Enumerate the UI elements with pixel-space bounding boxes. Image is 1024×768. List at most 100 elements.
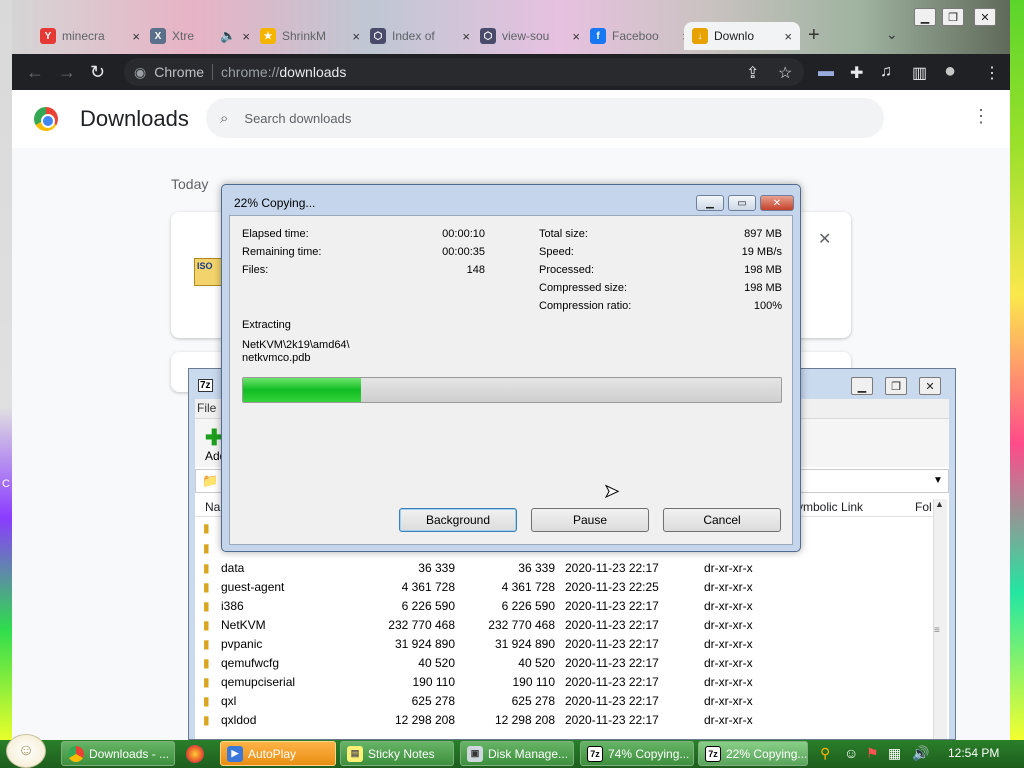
profile-avatar-icon[interactable]: ● <box>944 60 956 83</box>
table-row[interactable]: ▮ data 36 339 36 339 2020-11-23 22:17 dr-xr-x… <box>195 559 933 578</box>
start-button-icon[interactable]: ☺ <box>6 734 46 768</box>
taskbar-item-74-copying[interactable]: 7z 74% Copying... <box>580 741 694 766</box>
scroll-grip-icon[interactable]: ≡ <box>934 625 940 636</box>
tab-view-source[interactable]: ⬡ view-sou × <box>472 22 588 50</box>
table-row[interactable]: ▮ NetKVM 232 770 468 232 770 468 2020-11-23 … <box>195 616 933 635</box>
downloads-menu-icon[interactable]: ⋮ <box>972 106 990 127</box>
tab-minecraft[interactable]: Y minecra × <box>32 22 148 50</box>
close-icon[interactable]: × <box>572 29 580 44</box>
url-host: downloads <box>279 64 347 80</box>
extensions-puzzle-icon[interactable]: ✚ <box>850 63 863 83</box>
tab-xtreme[interactable]: X Xtre 🔈 × <box>142 22 258 50</box>
progress-fill <box>243 378 362 402</box>
close-icon[interactable]: × <box>242 29 250 44</box>
remove-download-close-icon[interactable]: ✕ <box>818 229 831 249</box>
forward-arrow-icon[interactable]: → <box>58 62 76 83</box>
table-row[interactable]: ▮ qemupciserial 190 110 190 110 2020-11-23 2… <box>195 673 933 692</box>
side-panel-icon[interactable]: ▥ <box>912 63 927 83</box>
dialog-maximize-icon[interactable]: ▭ <box>728 195 756 211</box>
table-row[interactable]: ▮ qemufwcfg 40 520 40 520 2020-11-23 22:17 dr… <box>195 654 933 673</box>
new-tab-plus-icon[interactable]: + <box>808 24 820 47</box>
chrome-logo-icon <box>34 107 58 131</box>
server-icon: ⬡ <box>370 28 386 44</box>
folder-icon: ▮ <box>203 541 210 555</box>
close-icon[interactable]: × <box>784 29 792 44</box>
stat-value: 00:00:35 <box>442 246 485 258</box>
minimize-icon[interactable]: ▁ <box>914 8 936 26</box>
fm-maximize-icon[interactable]: ❐ <box>885 377 907 395</box>
tab-search-chevron-icon[interactable]: ⌄ <box>886 26 898 43</box>
security-flag-icon[interactable]: ⚑ <box>866 745 879 762</box>
emoji-face-icon[interactable]: ☺ <box>844 745 858 761</box>
date-section-header: Today <box>171 176 209 192</box>
folder-up-icon[interactable]: 📁 <box>202 473 218 489</box>
volume-icon[interactable]: 🔊 <box>912 745 929 762</box>
cell-mode: dr-xr-xr-x <box>704 675 753 689</box>
stat-value: 148 <box>466 264 485 276</box>
menu-file[interactable]: File <box>197 401 216 415</box>
tab-downloads[interactable]: ↓ Downlo × <box>684 22 800 50</box>
stat-label: Compression ratio: <box>539 300 632 312</box>
table-row[interactable]: ▮ guest-agent 4 361 728 4 361 728 2020-11-23… <box>195 578 933 597</box>
back-arrow-icon[interactable]: ← <box>26 62 44 83</box>
pause-button[interactable]: Pause <box>531 508 649 532</box>
table-row[interactable]: ▮ qxldod 12 298 208 12 298 208 2020-11-23 22… <box>195 711 933 730</box>
fm-close-icon[interactable]: ✕ <box>919 377 941 395</box>
cell-modified: 2020-11-23 22:17 <box>565 599 659 613</box>
address-bar[interactable]: ◉ Chrome chrome://downloads <box>124 58 804 86</box>
copy-progress-bar <box>242 377 782 403</box>
tab-facebook[interactable]: f Faceboo × <box>582 22 698 50</box>
column-folder[interactable]: Fol <box>915 500 932 514</box>
stat-label: Processed: <box>539 264 595 276</box>
taskbar-item-sticky-notes[interactable]: ▤ Sticky Notes <box>340 741 454 766</box>
menu-kebab-icon[interactable]: ⋮ <box>984 63 1000 83</box>
desktop-wallpaper-left <box>0 0 12 740</box>
chrome-site-icon: ◉ <box>134 63 147 80</box>
taskbar-item-disk-management[interactable]: ▣ Disk Manage... <box>460 741 574 766</box>
background-button[interactable]: Background <box>399 508 517 532</box>
extension-flag-icon[interactable]: ▬ <box>818 63 834 81</box>
omnibox-site-label: Chrome <box>154 64 205 80</box>
dialog-close-icon[interactable]: ✕ <box>760 195 794 211</box>
table-row[interactable]: ▮ i386 6 226 590 6 226 590 2020-11-23 22:17 d… <box>195 597 933 616</box>
taskbar-item-downloads[interactable]: Downloads - ... <box>61 741 175 766</box>
close-icon[interactable]: × <box>132 29 140 44</box>
cell-size: 40 520 <box>418 656 455 670</box>
table-row[interactable]: ▮ pvpanic 31 924 890 31 924 890 2020-11-23 2… <box>195 635 933 654</box>
xtreme-icon: X <box>150 28 166 44</box>
table-row[interactable]: ▮ qxl 625 278 625 278 2020-11-23 22:17 dr-xr-… <box>195 692 933 711</box>
close-icon[interactable]: × <box>462 29 470 44</box>
share-icon[interactable]: ⇪ <box>746 63 759 83</box>
scroll-up-icon[interactable]: ▲ <box>935 499 944 509</box>
cancel-button[interactable]: Cancel <box>663 508 781 532</box>
maximize-icon[interactable]: ❐ <box>942 8 964 26</box>
cell-size: 190 110 <box>412 675 456 689</box>
search-magnifier-icon[interactable]: ⚲ <box>820 745 830 762</box>
bookmark-star-icon[interactable]: ☆ <box>778 63 792 83</box>
stat-value: 198 MB <box>744 282 782 294</box>
cell-name: qxl <box>221 694 237 708</box>
fm-vertical-scrollbar[interactable] <box>933 499 947 739</box>
firefox-icon[interactable] <box>186 745 204 763</box>
tab-index-of[interactable]: ⬡ Index of × <box>362 22 478 50</box>
reload-icon[interactable]: ↻ <box>90 62 105 83</box>
taskbar-item-22-copying[interactable]: 7z 22% Copying... <box>698 741 808 766</box>
desktop-fragment-text: C <box>2 478 10 490</box>
taskbar-item-autoplay[interactable]: ▶ AutoPlay <box>220 741 336 766</box>
chrome-icon <box>68 745 84 762</box>
cell-packed-size: 4 361 728 <box>501 580 555 594</box>
tab-shrinkme[interactable]: ★ ShrinkM × <box>252 22 368 50</box>
stat-value: 100% <box>753 300 782 312</box>
dialog-minimize-icon[interactable]: ▁ <box>696 195 724 211</box>
taskbar-clock[interactable]: 12:54 PM <box>948 746 999 760</box>
media-control-icon[interactable]: ♫ <box>880 63 892 81</box>
cell-mode: dr-xr-xr-x <box>704 618 753 632</box>
fm-minimize-icon[interactable]: ▁ <box>851 377 873 395</box>
search-placeholder: Search downloads <box>244 110 352 126</box>
network-icon[interactable]: ▦ <box>888 745 901 762</box>
path-dropdown-icon[interactable]: ▼ <box>933 475 943 486</box>
close-window-icon[interactable]: ✕ <box>974 8 996 26</box>
speaker-icon[interactable]: 🔈 <box>220 28 236 44</box>
close-icon[interactable]: × <box>352 29 360 44</box>
search-downloads-input[interactable]: ⌕ Search downloads <box>206 98 884 138</box>
